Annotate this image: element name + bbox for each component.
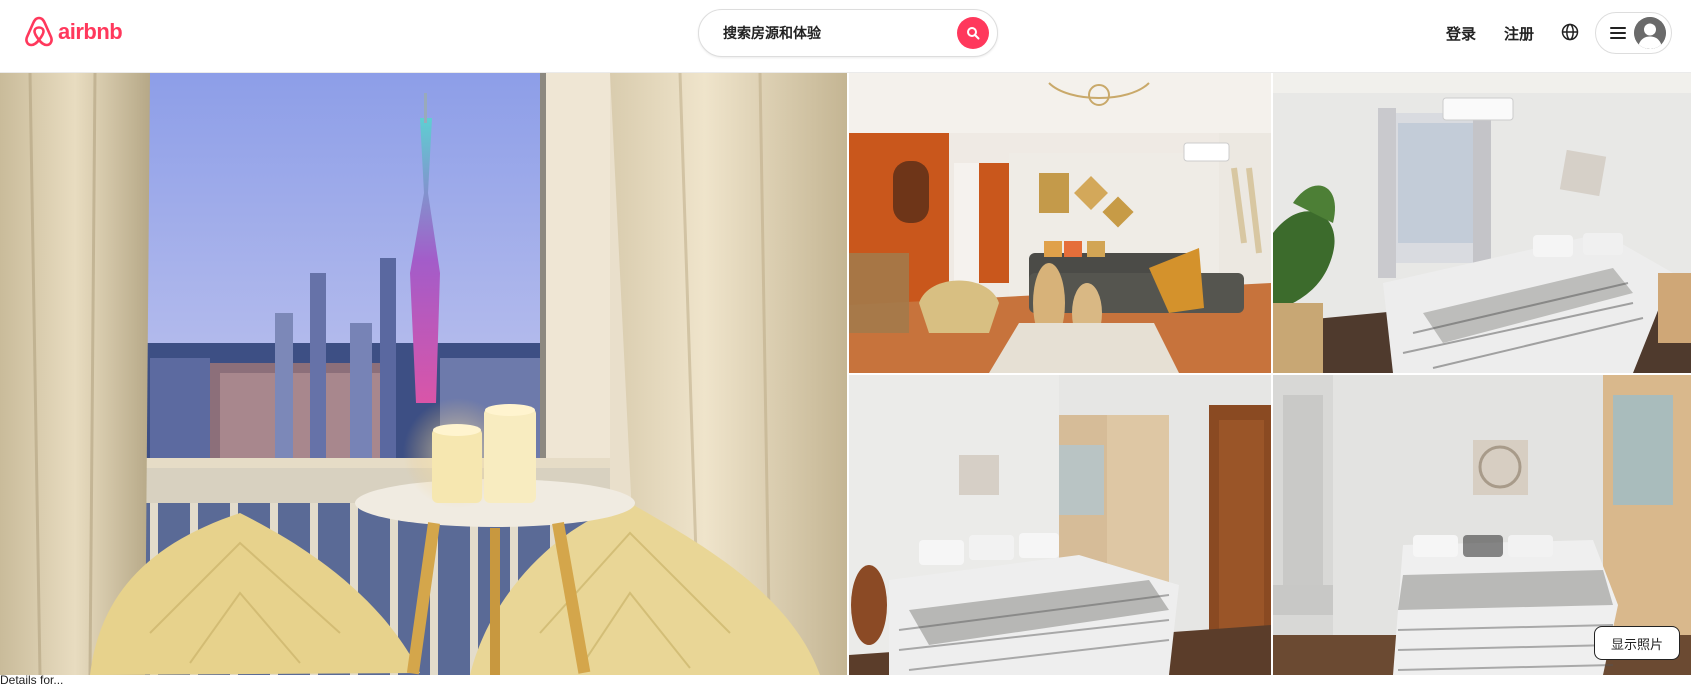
main-photo[interactable]	[0, 73, 847, 675]
globe-icon[interactable]	[1560, 22, 1580, 42]
show-photos-label: 显示照片	[1610, 637, 1663, 653]
airbnb-logo[interactable]: airbnb	[24, 15, 123, 49]
search-label[interactable]: 搜索房源和体验	[723, 23, 957, 43]
photo-2[interactable]	[849, 73, 1271, 373]
airbnb-belo-icon	[25, 16, 53, 47]
photo-3[interactable]	[1273, 73, 1691, 373]
login-link[interactable]: 登录	[1446, 23, 1476, 44]
search-bar[interactable]: 搜索房源和体验	[698, 9, 998, 57]
photo-4[interactable]	[849, 375, 1271, 675]
show-all-photos-button[interactable]: 显示照片	[1594, 626, 1680, 660]
photo-gallery: 显示照片	[0, 73, 1691, 675]
details-heading: Details for...	[0, 673, 64, 687]
user-avatar-icon	[1634, 17, 1666, 49]
brand-name: airbnb	[58, 19, 123, 44]
search-button[interactable]	[957, 17, 989, 49]
signup-link[interactable]: 注册	[1504, 23, 1534, 44]
top-header: airbnb 搜索房源和体验 登录 注册	[0, 0, 1691, 73]
user-menu-button[interactable]	[1595, 12, 1672, 54]
hamburger-menu-icon	[1610, 27, 1626, 39]
search-icon	[967, 27, 980, 40]
